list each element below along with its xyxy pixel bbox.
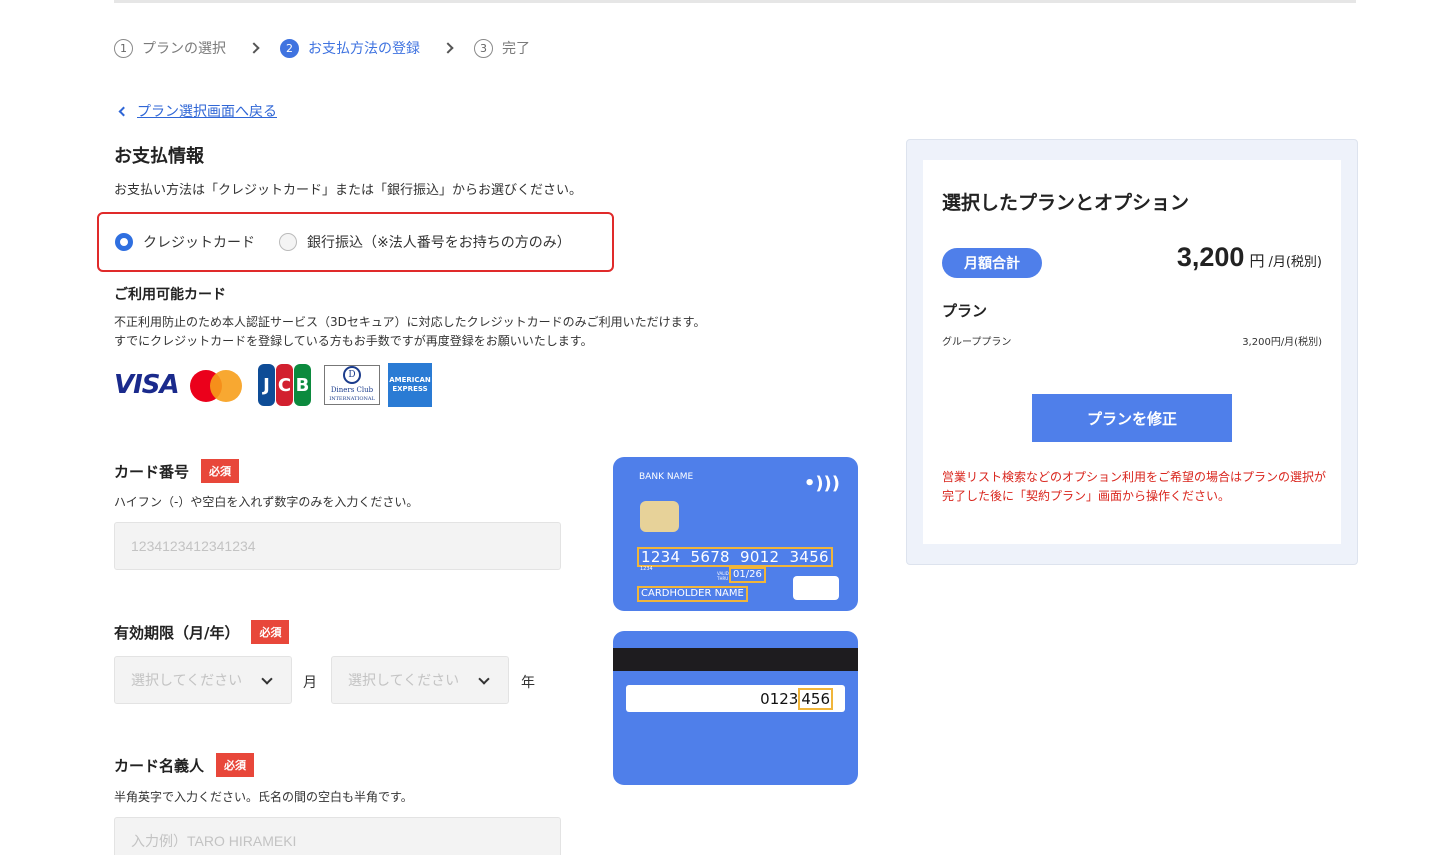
monthly-price: 3,200 円 /月(税別) — [1177, 242, 1322, 273]
chevron-down-icon — [478, 673, 490, 685]
step-label: プランの選択 — [142, 41, 226, 57]
card-number-input[interactable] — [114, 522, 561, 570]
step-complete: 3 完了 — [474, 38, 530, 58]
price-amount: 3,200 — [1176, 242, 1245, 272]
card-number-small: 1234 — [640, 566, 653, 572]
plan-heading: プラン — [942, 302, 988, 320]
progress-stepper: 1 プランの選択 2 お支払方法の登録 3 完了 — [114, 37, 530, 59]
card-front-illustration: BANK NAME •))) 1234 5678 9012 3456 1234 … — [613, 457, 858, 611]
radio-unchecked-icon[interactable] — [279, 233, 297, 251]
year-unit: 年 — [521, 675, 535, 691]
radio-credit-card[interactable]: クレジットカード — [115, 232, 255, 252]
plan-summary-card: 選択したプランとオプション 月額合計 3,200 円 /月(税別) プラン グル… — [923, 160, 1341, 544]
payment-info-title: お支払情報 — [114, 146, 204, 167]
card-holder-label: カード名義人 必須 — [114, 753, 255, 777]
payment-method-group: クレジットカード 銀行振込（※法人番号をお持ちの方のみ） — [97, 212, 614, 272]
security-code-sample: 456 — [798, 687, 833, 710]
card-logo-placeholder — [793, 576, 839, 600]
card-number-label: カード番号 必須 — [114, 459, 240, 483]
required-badge: 必須 — [216, 753, 255, 777]
price-currency: 円 — [1249, 252, 1265, 270]
back-link-label: プラン選択画面へ戻る — [137, 104, 277, 120]
chevron-right-icon — [248, 42, 260, 54]
price-period: /月(税別) — [1268, 255, 1322, 270]
visa-logo: VISA — [114, 370, 180, 400]
card-holder-input[interactable] — [114, 817, 561, 855]
required-badge: 必須 — [251, 620, 290, 644]
mastercard-logo — [190, 368, 242, 402]
radio-bank-transfer[interactable]: 銀行振込（※法人番号をお持ちの方のみ） — [279, 232, 571, 252]
magnetic-stripe — [613, 648, 858, 671]
card-brand-logos: VISA J C B D Diners Club INTERNATIONAL A… — [114, 362, 432, 408]
expiry-label: 有効期限（月/年） 必須 — [114, 620, 290, 644]
expiry-month-select[interactable]: 選択してください — [114, 656, 292, 704]
expiry-year-select[interactable]: 選択してください — [331, 656, 509, 704]
step-number: 1 — [114, 38, 133, 58]
month-unit: 月 — [303, 675, 317, 691]
option-notice: 営業リスト検索などのオプション利用をご希望の場合はプランの選択が完了した後に「契… — [942, 470, 1327, 503]
bank-name: BANK NAME — [639, 472, 694, 482]
plan-summary-panel: 選択したプランとオプション 月額合計 3,200 円 /月(税別) プラン グル… — [906, 139, 1358, 565]
card-holder-help: 半角英字で入力ください。氏名の間の空白も半角です。 — [114, 790, 413, 804]
step-number: 3 — [474, 38, 493, 58]
chevron-down-icon — [261, 673, 273, 685]
diners-club-logo: D Diners Club INTERNATIONAL — [324, 365, 380, 405]
card-number-help: ハイフン（-）や空白を入れず数字のみを入力ください。 — [114, 495, 419, 509]
top-divider — [114, 0, 1356, 3]
expiry-sample: 01/26 — [729, 567, 766, 583]
step-label: お支払方法の登録 — [308, 41, 420, 57]
monthly-total-badge: 月額合計 — [942, 248, 1042, 278]
available-cards-title: ご利用可能カード — [114, 287, 226, 303]
signature-number: 0123 — [760, 689, 799, 708]
cardholder-sample: CARDHOLDER NAME — [637, 586, 748, 602]
signature-strip: 0123 456 — [626, 685, 845, 712]
plan-name: グループプラン — [942, 337, 1012, 348]
card-back-illustration: 0123 456 — [613, 631, 858, 785]
step-plan-select: 1 プランの選択 — [114, 38, 226, 58]
available-cards-line-2: すでにクレジットカードを登録している方もお手数ですが再度登録をお願いいたします。 — [114, 334, 593, 348]
step-number: 2 — [280, 38, 299, 58]
payment-info-description: お支払い方法は「クレジットカード」または「銀行振込」からお選びください。 — [114, 183, 583, 198]
back-to-plan-link[interactable]: プラン選択画面へ戻る — [118, 101, 277, 121]
contactless-icon: •))) — [803, 473, 840, 494]
jcb-logo: J C B — [258, 364, 312, 406]
summary-title: 選択したプランとオプション — [942, 192, 1190, 214]
chevron-right-icon — [442, 42, 454, 54]
plan-price: 3,200円/月(税別) — [1242, 337, 1322, 348]
edit-plan-button[interactable]: プランを修正 — [1032, 394, 1232, 442]
required-badge: 必須 — [201, 459, 240, 483]
step-payment-register: 2 お支払方法の登録 — [280, 38, 420, 58]
radio-label: クレジットカード — [143, 235, 255, 251]
step-label: 完了 — [502, 41, 530, 57]
chip-icon — [640, 501, 679, 532]
valid-thru-text: VALID THRU — [717, 571, 729, 581]
amex-logo: AMERICAN EXPRESS — [388, 363, 432, 407]
card-number-sample: 1234 5678 9012 3456 — [637, 547, 833, 567]
radio-label: 銀行振込（※法人番号をお持ちの方のみ） — [307, 235, 571, 251]
available-cards-description: 不正利用防止のため本人認証サービス（3Dセキュア）に対応したクレジットカードのみ… — [114, 313, 705, 351]
chevron-left-icon — [118, 106, 129, 116]
radio-checked-icon[interactable] — [115, 233, 133, 251]
available-cards-line-1: 不正利用防止のため本人認証サービス（3Dセキュア）に対応したクレジットカードのみ… — [114, 315, 706, 329]
